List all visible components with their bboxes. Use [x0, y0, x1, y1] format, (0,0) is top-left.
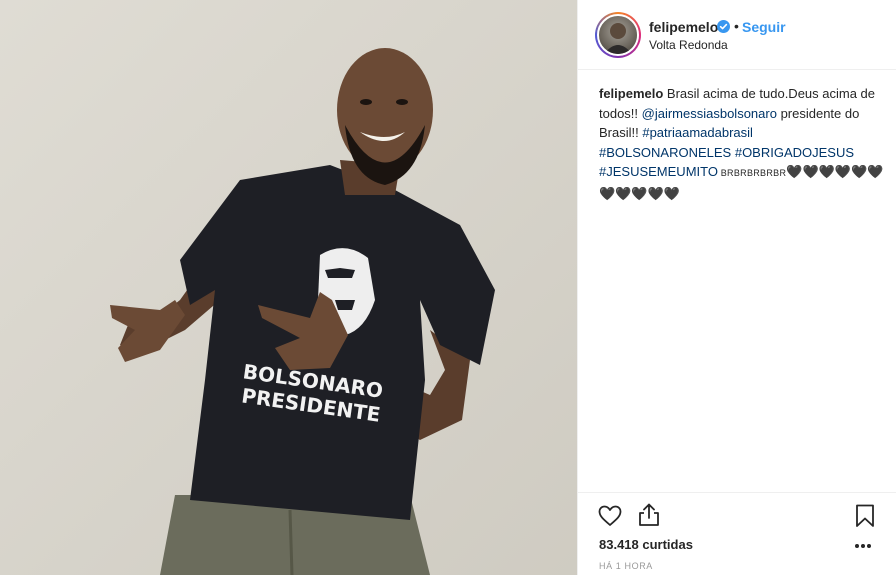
hashtag-link[interactable]: #patriaamadabrasil — [642, 125, 753, 140]
post-caption: felipemelo Brasil acima de tudo.Deus aci… — [599, 84, 884, 203]
post-photo[interactable]: BOLSONARO PRESIDENTE — [0, 0, 577, 575]
post-sidebar: felipemelo • Seguir Volta Redonda felipe… — [577, 0, 896, 575]
more-options-icon[interactable] — [854, 543, 872, 549]
post-location[interactable]: Volta Redonda — [649, 38, 728, 52]
post-timestamp[interactable]: HÁ 1 HORA — [599, 561, 653, 571]
header-separator: • — [734, 18, 739, 34]
hashtag-link[interactable]: #BOLSONARONELES — [599, 145, 731, 160]
header-username[interactable]: felipemelo — [649, 19, 718, 35]
avatar-image — [597, 14, 639, 56]
avatar-illustration — [604, 23, 632, 54]
like-count[interactable]: 83.418 curtidas — [599, 537, 693, 552]
bookmark-icon[interactable] — [855, 504, 875, 528]
caption-brbr: BRBRBRBRBR — [717, 168, 787, 178]
avatar[interactable] — [595, 12, 641, 58]
heart-icon[interactable] — [598, 505, 622, 527]
share-icon[interactable] — [638, 503, 660, 527]
verified-badge-icon — [717, 20, 730, 33]
post-header: felipemelo • Seguir Volta Redonda — [578, 0, 896, 70]
caption-username[interactable]: felipemelo — [599, 86, 663, 101]
follow-button[interactable]: Seguir — [742, 19, 786, 35]
hashtag-link[interactable]: #OBRIGADOJESUS — [735, 145, 854, 160]
post-actions: 83.418 curtidas HÁ 1 HORA — [578, 492, 896, 575]
hashtag-link[interactable]: #JESUSEMEUMITO — [599, 164, 718, 179]
photo-illustration: BOLSONARO PRESIDENTE — [0, 0, 577, 575]
caption-mention[interactable]: @jairmessiasbolsonaro — [642, 106, 777, 121]
